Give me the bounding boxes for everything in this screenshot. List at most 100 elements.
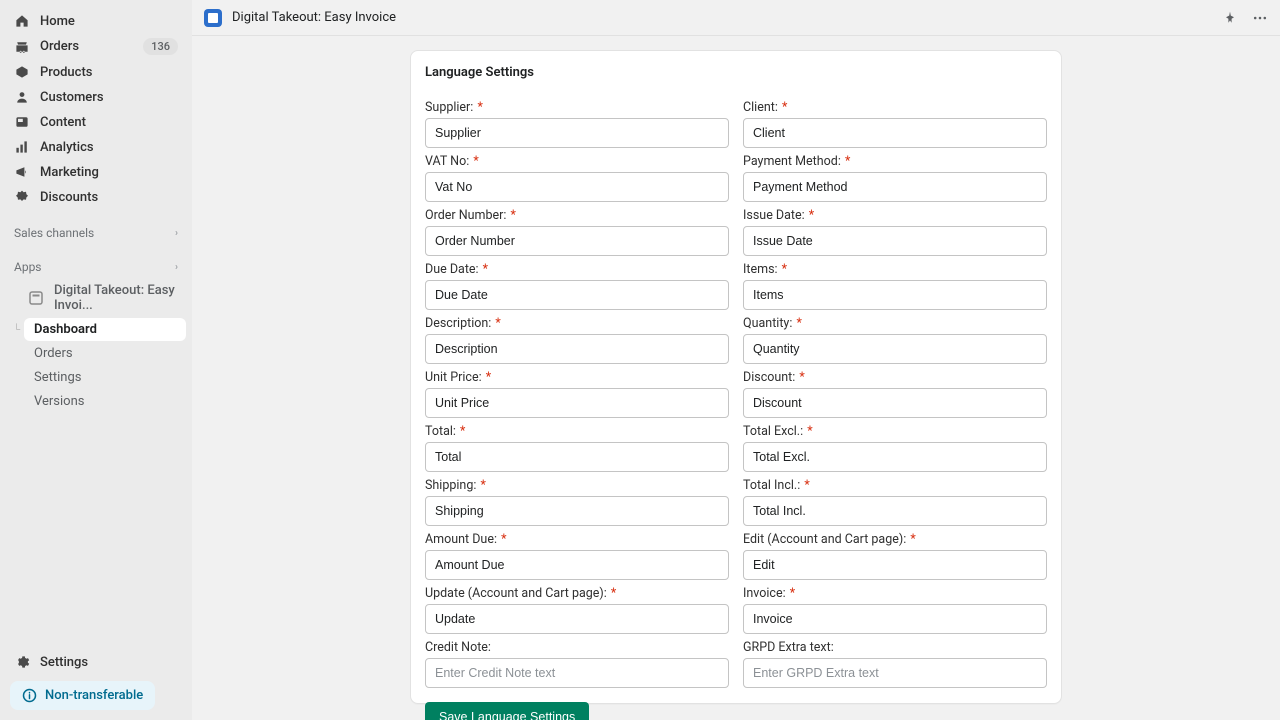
- sidebar-item-discounts[interactable]: Discounts: [6, 185, 186, 209]
- vat-no-input[interactable]: [425, 172, 729, 202]
- sidebar-subitem-label: Dashboard: [34, 322, 176, 337]
- analytics-icon: [14, 139, 30, 155]
- amount-due-input[interactable]: [425, 550, 729, 580]
- non-transferable-label: Non-transferable: [45, 688, 143, 703]
- apps-section[interactable]: Apps ›: [6, 252, 186, 278]
- edit-input[interactable]: [743, 550, 1047, 580]
- chevron-right-icon: ›: [175, 262, 178, 273]
- field-label: Supplier: *: [425, 100, 729, 115]
- total-input[interactable]: [425, 442, 729, 472]
- field-client: Client: *: [743, 94, 1047, 148]
- apps-label: Apps: [14, 260, 42, 274]
- credit-note-input[interactable]: [425, 658, 729, 688]
- sidebar-item-customers[interactable]: Customers: [6, 85, 186, 109]
- field-label: Quantity: *: [743, 316, 1047, 331]
- chevron-right-icon: ›: [175, 228, 178, 239]
- language-settings-card: Language Settings Supplier: *Client: *VA…: [410, 50, 1062, 704]
- sales-channels-section[interactable]: Sales channels ›: [6, 218, 186, 244]
- sidebar-item-settings[interactable]: Settings: [6, 650, 186, 674]
- non-transferable-badge[interactable]: Non-transferable: [10, 681, 155, 710]
- sidebar-item-home[interactable]: Home: [6, 9, 186, 33]
- more-icon[interactable]: [1252, 10, 1268, 26]
- field-issue-date: Issue Date: *: [743, 202, 1047, 256]
- total-incl-input[interactable]: [743, 496, 1047, 526]
- orders-icon: [14, 39, 30, 55]
- field-label: Invoice: *: [743, 586, 1047, 601]
- field-amount-due: Amount Due: *: [425, 526, 729, 580]
- sidebar-app-name: Digital Takeout: Easy Invoi...: [54, 283, 176, 313]
- sidebar: HomeOrders136 Products Customers Content Ana…: [0, 0, 192, 720]
- field-label: Issue Date: *: [743, 208, 1047, 223]
- sidebar-item-label: Orders: [40, 39, 133, 54]
- sidebar-item-orders[interactable]: Orders136: [6, 34, 186, 59]
- sidebar-subitem-dashboard[interactable]: └Dashboard: [24, 318, 186, 341]
- sidebar-item-marketing[interactable]: Marketing: [6, 160, 186, 184]
- sidebar-subitem-label: Settings: [34, 370, 176, 385]
- total-excl-input[interactable]: [743, 442, 1047, 472]
- topbar: Digital Takeout: Easy Invoice: [192, 0, 1280, 36]
- customers-icon: [14, 89, 30, 105]
- home-icon: [14, 13, 30, 29]
- tree-connector-icon: └: [13, 324, 20, 335]
- pin-icon[interactable]: [1222, 10, 1238, 26]
- field-label: Amount Due: *: [425, 532, 729, 547]
- field-shipping: Shipping: *: [425, 472, 729, 526]
- field-description: Description: *: [425, 310, 729, 364]
- field-label: Description: *: [425, 316, 729, 331]
- description-input[interactable]: [425, 334, 729, 364]
- issue-date-input[interactable]: [743, 226, 1047, 256]
- field-invoice: Invoice: *: [743, 580, 1047, 634]
- field-label: Total: *: [425, 424, 729, 439]
- payment-method-input[interactable]: [743, 172, 1047, 202]
- field-total: Total: *: [425, 418, 729, 472]
- field-label: Discount: *: [743, 370, 1047, 385]
- sidebar-item-content[interactable]: Content: [6, 110, 186, 134]
- field-due-date: Due Date: *: [425, 256, 729, 310]
- gear-icon: [14, 654, 30, 670]
- sidebar-item-label: Products: [40, 65, 178, 80]
- field-grpd: GRPD Extra text:: [743, 634, 1047, 688]
- supplier-input[interactable]: [425, 118, 729, 148]
- field-total-incl: Total Incl.: *: [743, 472, 1047, 526]
- quantity-input[interactable]: [743, 334, 1047, 364]
- sidebar-subitem-label: Versions: [34, 394, 176, 409]
- sidebar-subitem-versions[interactable]: Versions: [24, 390, 186, 413]
- due-date-input[interactable]: [425, 280, 729, 310]
- sidebar-subitem-settings[interactable]: Settings: [24, 366, 186, 389]
- sidebar-item-label: Analytics: [40, 140, 178, 155]
- sidebar-item-label: Content: [40, 115, 178, 130]
- field-label: VAT No: *: [425, 154, 729, 169]
- sidebar-app-header[interactable]: Digital Takeout: Easy Invoi...: [24, 279, 186, 317]
- sidebar-subitem-label: Orders: [34, 346, 176, 361]
- save-language-settings-button[interactable]: Save Language Settings: [425, 702, 589, 720]
- field-label: Due Date: *: [425, 262, 729, 277]
- discount-input[interactable]: [743, 388, 1047, 418]
- sidebar-subitem-orders[interactable]: Orders: [24, 342, 186, 365]
- field-label: Total Incl.: *: [743, 478, 1047, 493]
- invoice-input[interactable]: [743, 604, 1047, 634]
- grpd-input[interactable]: [743, 658, 1047, 688]
- field-vat-no: VAT No: *: [425, 148, 729, 202]
- app-page-icon: [28, 290, 44, 306]
- sidebar-item-analytics[interactable]: Analytics: [6, 135, 186, 159]
- field-discount: Discount: *: [743, 364, 1047, 418]
- shipping-input[interactable]: [425, 496, 729, 526]
- products-icon: [14, 64, 30, 80]
- field-label: Update (Account and Cart page): *: [425, 586, 729, 601]
- unit-price-input[interactable]: [425, 388, 729, 418]
- sidebar-item-label: Discounts: [40, 190, 178, 205]
- sidebar-item-products[interactable]: Products: [6, 60, 186, 84]
- content: Language Settings Supplier: *Client: *VA…: [192, 36, 1280, 720]
- field-edit: Edit (Account and Cart page): *: [743, 526, 1047, 580]
- order-number-input[interactable]: [425, 226, 729, 256]
- field-order-number: Order Number: *: [425, 202, 729, 256]
- items-input[interactable]: [743, 280, 1047, 310]
- field-label: GRPD Extra text:: [743, 640, 1047, 655]
- field-credit-note: Credit Note:: [425, 634, 729, 688]
- sales-channels-label: Sales channels: [14, 226, 94, 240]
- client-input[interactable]: [743, 118, 1047, 148]
- field-update: Update (Account and Cart page): *: [425, 580, 729, 634]
- field-label: Payment Method: *: [743, 154, 1047, 169]
- field-label: Items: *: [743, 262, 1047, 277]
- update-input[interactable]: [425, 604, 729, 634]
